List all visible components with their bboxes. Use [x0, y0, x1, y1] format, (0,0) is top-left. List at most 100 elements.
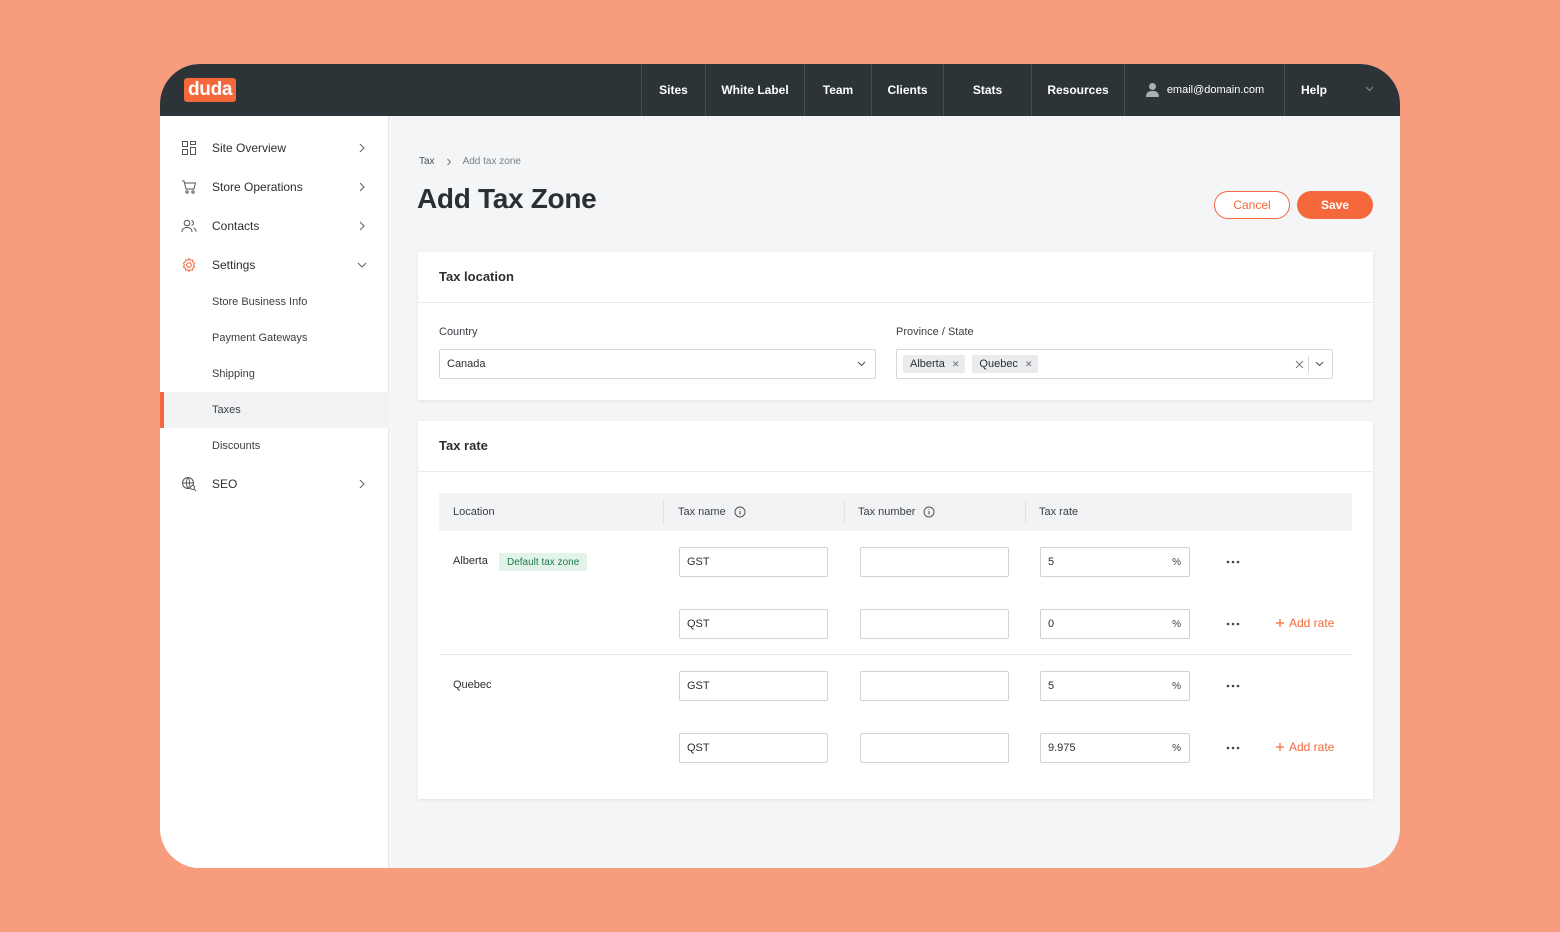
input-value: 9.975: [1048, 742, 1076, 754]
default-tax-zone-badge: Default tax zone: [499, 553, 588, 571]
sidebar-sub-label: Taxes: [212, 404, 241, 416]
tax-name-input[interactable]: QST: [679, 609, 828, 639]
column-divider: [663, 500, 664, 524]
nav-stats[interactable]: Stats: [943, 64, 1031, 116]
sidebar-item-settings[interactable]: Settings: [160, 246, 389, 284]
duda-logo[interactable]: duda: [184, 78, 237, 102]
column-label: Location: [453, 506, 495, 518]
tax-rate-input[interactable]: 0 %: [1040, 609, 1190, 639]
nav-clients[interactable]: Clients: [871, 64, 943, 116]
add-rate-button[interactable]: Add rate: [1275, 616, 1334, 630]
info-icon[interactable]: [923, 506, 935, 518]
nav-team[interactable]: Team: [804, 64, 871, 116]
cart-icon: [182, 180, 197, 194]
tax-rate-input[interactable]: 5 %: [1040, 547, 1190, 577]
sidebar-item-site-overview[interactable]: Site Overview: [160, 129, 389, 167]
column-location: Location: [453, 493, 495, 531]
sidebar-sub-shipping[interactable]: Shipping: [160, 356, 389, 392]
nav-sites[interactable]: Sites: [641, 64, 705, 116]
sidebar-sub-taxes[interactable]: Taxes: [160, 392, 389, 428]
chevron-right-icon: [359, 479, 365, 489]
tax-number-input[interactable]: [860, 609, 1009, 639]
province-multiselect[interactable]: Alberta ✕ Quebec ✕: [896, 349, 1333, 379]
more-options-icon[interactable]: [1226, 683, 1240, 689]
card-header: Tax location: [418, 252, 1373, 303]
tax-number-input[interactable]: [860, 671, 1009, 701]
column-tax-name: Tax name: [678, 493, 746, 531]
sidebar-item-label: SEO: [212, 477, 238, 491]
location-alberta: Alberta: [453, 555, 488, 567]
clear-all-icon[interactable]: [1295, 360, 1304, 369]
column-tax-number: Tax number: [858, 493, 935, 531]
sidebar-item-contacts[interactable]: Contacts: [160, 207, 389, 245]
nav-white-label[interactable]: White Label: [705, 64, 804, 116]
tax-name-input[interactable]: GST: [679, 671, 828, 701]
input-value: GST: [687, 556, 710, 568]
input-value: 0: [1048, 618, 1055, 630]
country-value: Canada: [447, 358, 486, 370]
app-window: duda Sites White Label Team Clients Stat…: [160, 64, 1400, 868]
column-tax-rate: Tax rate: [1039, 493, 1078, 531]
tax-rate-input[interactable]: 9.975 %: [1040, 733, 1190, 763]
nav-help[interactable]: Help: [1284, 64, 1399, 116]
save-button[interactable]: Save: [1297, 191, 1373, 219]
input-value: GST: [687, 680, 710, 692]
chevron-right-icon: [359, 221, 365, 231]
chip-label: Alberta: [910, 358, 945, 370]
column-divider: [844, 500, 845, 524]
percent-suffix: %: [1172, 680, 1181, 692]
card-header: Tax rate: [418, 421, 1373, 472]
add-rate-button[interactable]: Add rate: [1275, 740, 1334, 754]
tax-name-input[interactable]: GST: [679, 547, 828, 577]
tax-number-input[interactable]: [860, 547, 1009, 577]
country-select[interactable]: Canada: [439, 349, 876, 379]
user-icon: [1145, 83, 1159, 97]
cancel-button[interactable]: Cancel: [1214, 191, 1290, 219]
chevron-right-icon: [359, 182, 365, 192]
sidebar-sub-discounts[interactable]: Discounts: [160, 428, 389, 464]
percent-suffix: %: [1172, 618, 1181, 630]
sidebar-item-store-operations[interactable]: Store Operations: [160, 168, 389, 206]
more-options-icon[interactable]: [1226, 559, 1240, 565]
globe-search-icon: [182, 477, 197, 492]
percent-suffix: %: [1172, 556, 1181, 568]
breadcrumb-current: Add tax zone: [462, 156, 521, 167]
chip-label: Quebec: [979, 358, 1018, 370]
add-rate-label: Add rate: [1289, 616, 1335, 630]
sidebar-item-label: Site Overview: [212, 141, 287, 155]
info-icon[interactable]: [734, 506, 746, 518]
remove-chip-icon[interactable]: ✕: [952, 359, 960, 370]
chevron-down-icon: [857, 361, 866, 367]
contacts-icon: [181, 219, 197, 233]
breadcrumb: Tax Add tax zone: [419, 156, 521, 167]
card-title: Tax rate: [439, 438, 488, 453]
table-header: Location Tax name Tax number Tax rate: [439, 493, 1352, 531]
nav-resources[interactable]: Resources: [1031, 64, 1124, 116]
breadcrumb-tax-link[interactable]: Tax: [419, 156, 435, 167]
sidebar: Site Overview Store Operations Contacts …: [160, 116, 389, 868]
tax-location-card: Tax location Country Canada Province / S…: [418, 252, 1373, 400]
tax-rate-input[interactable]: 5 %: [1040, 671, 1190, 701]
tax-rate-card: Tax rate Location Tax name Tax number Ta…: [418, 421, 1373, 799]
sidebar-sub-store-business-info[interactable]: Store Business Info: [160, 284, 389, 320]
column-label: Tax rate: [1039, 506, 1079, 518]
more-options-icon[interactable]: [1226, 621, 1240, 627]
sidebar-item-label: Settings: [212, 258, 256, 272]
chevron-down-icon[interactable]: [1315, 361, 1324, 367]
tax-number-input[interactable]: [860, 733, 1009, 763]
more-options-icon[interactable]: [1226, 745, 1240, 751]
grid-icon: [182, 141, 196, 155]
column-divider: [1025, 500, 1026, 524]
remove-chip-icon[interactable]: ✕: [1025, 359, 1033, 370]
chevron-right-icon: [359, 143, 365, 153]
sidebar-item-seo[interactable]: SEO: [160, 465, 389, 503]
sidebar-sub-payment-gateways[interactable]: Payment Gateways: [160, 320, 389, 356]
plus-icon: [1276, 619, 1284, 627]
main-nav: Sites White Label Team Clients Stats Res…: [641, 64, 1399, 116]
input-value: 5: [1048, 680, 1055, 692]
user-email: email@domain.com: [1166, 84, 1265, 96]
help-label: Help: [1301, 83, 1328, 97]
tax-name-input[interactable]: QST: [679, 733, 828, 763]
sidebar-sub-label: Payment Gateways: [212, 332, 308, 344]
nav-user-account[interactable]: email@domain.com: [1124, 64, 1284, 116]
